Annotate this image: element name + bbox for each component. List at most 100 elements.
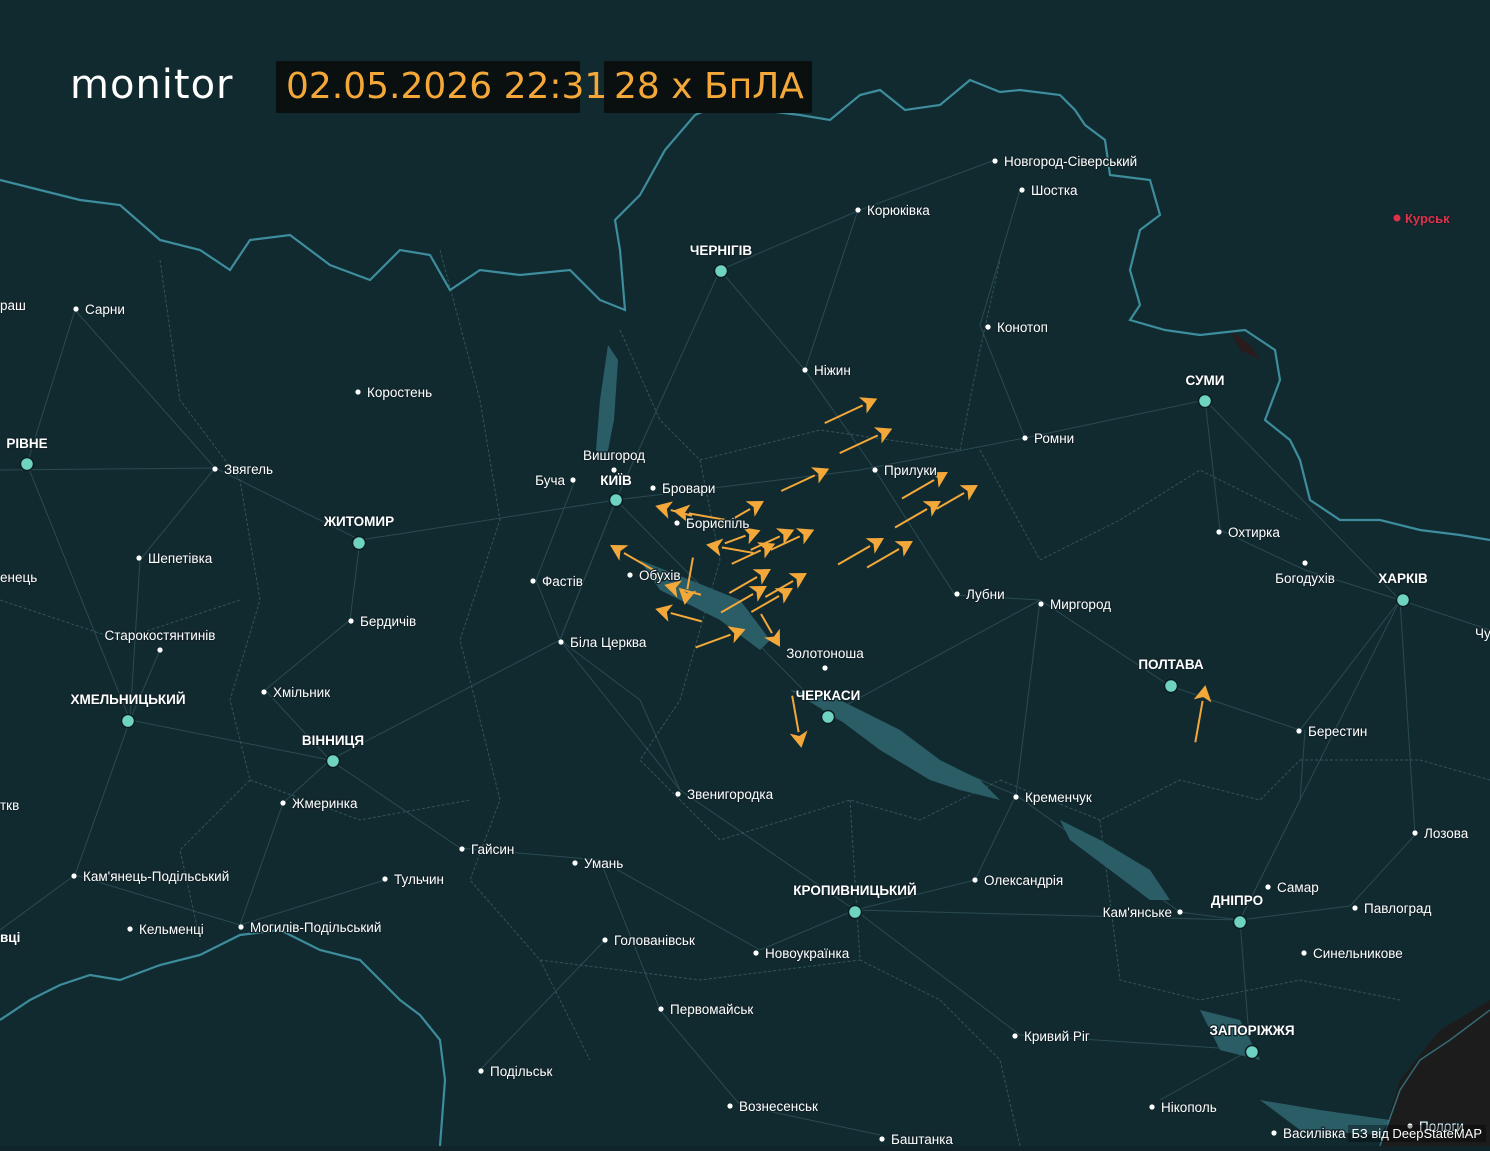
city-marker[interactable] bbox=[530, 578, 536, 584]
drone-body bbox=[894, 541, 913, 557]
city-marker[interactable] bbox=[73, 306, 79, 312]
city-marker[interactable] bbox=[157, 647, 163, 653]
road-network bbox=[0, 159, 1490, 1136]
major-city-marker[interactable] bbox=[713, 263, 729, 279]
city-label: Звягель bbox=[224, 462, 273, 477]
city-marker[interactable] bbox=[972, 877, 978, 883]
russia-area bbox=[1230, 330, 1260, 360]
major-city-marker[interactable] bbox=[19, 456, 35, 472]
city-label: Синельникове bbox=[1313, 946, 1403, 961]
map-canvas[interactable]: ЧЕРНІГІВ КИЇВ СУМИ РІВНЕ ЖИТОМИР ХАРКІВ ПОЛТАВ… bbox=[0, 0, 1490, 1148]
drone-trail bbox=[824, 404, 864, 425]
major-city-label: ХМЕЛЬНИЦЬКИЙ bbox=[70, 692, 185, 707]
city-marker[interactable] bbox=[71, 873, 77, 879]
city-marker[interactable] bbox=[280, 800, 286, 806]
city-label: Жмеринка bbox=[292, 796, 358, 811]
city-marker[interactable] bbox=[348, 618, 354, 624]
city-marker[interactable] bbox=[727, 1103, 733, 1109]
city-marker[interactable] bbox=[1177, 909, 1183, 915]
major-city-marker[interactable] bbox=[1232, 914, 1248, 930]
city-marker[interactable] bbox=[212, 466, 218, 472]
map-credit: БЗ від DeepStateMAP bbox=[1347, 1125, 1486, 1142]
drone-trail bbox=[721, 546, 754, 554]
major-city-marker[interactable] bbox=[1163, 678, 1179, 694]
edge-city-label: енець bbox=[0, 570, 37, 585]
city-marker[interactable] bbox=[753, 950, 759, 956]
drone-icon[interactable] bbox=[834, 530, 889, 572]
drone-icon[interactable] bbox=[821, 390, 881, 431]
major-city-label: ЧЕРНІГІВ bbox=[690, 243, 752, 258]
drone-trail bbox=[935, 492, 965, 510]
city-marker[interactable] bbox=[1352, 905, 1358, 911]
city-marker[interactable] bbox=[1296, 728, 1302, 734]
city-marker[interactable] bbox=[872, 467, 878, 473]
city-marker[interactable] bbox=[992, 158, 998, 164]
city-marker[interactable] bbox=[1019, 187, 1025, 193]
edge-city-label: ткв bbox=[0, 798, 19, 813]
city-marker[interactable] bbox=[650, 485, 656, 491]
city-marker[interactable] bbox=[238, 924, 244, 930]
city-label: Охтирка bbox=[1228, 525, 1280, 540]
city-marker[interactable] bbox=[855, 207, 861, 213]
city-label: Умань bbox=[584, 856, 623, 871]
drone-icon[interactable] bbox=[705, 536, 755, 562]
drone-body bbox=[775, 528, 795, 545]
city-marker[interactable] bbox=[822, 665, 828, 671]
city-marker[interactable] bbox=[572, 860, 578, 866]
drone-body bbox=[788, 573, 807, 589]
drone-icon[interactable] bbox=[891, 493, 946, 535]
major-city-label: ЗАПОРІЖЖЯ bbox=[1209, 1023, 1294, 1038]
drone-icon[interactable] bbox=[777, 460, 833, 499]
major-city-marker[interactable] bbox=[608, 492, 624, 508]
city-label: Старокостянтинів bbox=[105, 628, 216, 643]
major-city-marker[interactable] bbox=[1395, 592, 1411, 608]
city-marker[interactable] bbox=[658, 1006, 664, 1012]
city-label: Олександрія bbox=[984, 873, 1063, 888]
city-marker[interactable] bbox=[1149, 1104, 1155, 1110]
city-marker[interactable] bbox=[627, 572, 633, 578]
city-marker[interactable] bbox=[879, 1136, 885, 1142]
drone-trail bbox=[866, 548, 900, 569]
city-marker[interactable] bbox=[674, 520, 680, 526]
city-marker[interactable] bbox=[1022, 435, 1028, 441]
city-marker[interactable] bbox=[382, 876, 388, 882]
city-marker[interactable] bbox=[1013, 794, 1019, 800]
city-marker[interactable] bbox=[478, 1068, 484, 1074]
city-marker[interactable] bbox=[1216, 529, 1222, 535]
city-marker[interactable] bbox=[136, 555, 142, 561]
city-marker[interactable] bbox=[1301, 950, 1307, 956]
city-marker[interactable] bbox=[1271, 1130, 1277, 1136]
major-city-marker[interactable] bbox=[1197, 393, 1213, 409]
city-marker[interactable] bbox=[611, 467, 617, 473]
city-label: Новгород-Сіверський bbox=[1004, 154, 1137, 169]
city-marker[interactable] bbox=[261, 689, 267, 695]
city-marker[interactable] bbox=[802, 367, 808, 373]
foreign-city-marker[interactable] bbox=[1393, 214, 1401, 222]
major-city-marker[interactable] bbox=[351, 535, 367, 551]
city-marker[interactable] bbox=[675, 791, 681, 797]
major-city-marker[interactable] bbox=[1244, 1044, 1260, 1060]
major-city-marker[interactable] bbox=[325, 753, 341, 769]
city-marker[interactable] bbox=[602, 937, 608, 943]
city-marker[interactable] bbox=[1265, 884, 1271, 890]
city-label: Звенигородка bbox=[687, 787, 774, 802]
city-marker[interactable] bbox=[459, 846, 465, 852]
city-marker[interactable] bbox=[1012, 1033, 1018, 1039]
city-marker[interactable] bbox=[1302, 560, 1308, 566]
city-marker[interactable] bbox=[127, 926, 133, 932]
major-city-label: ВІННИЦЯ bbox=[302, 733, 364, 748]
city-marker[interactable] bbox=[1412, 830, 1418, 836]
city-marker[interactable] bbox=[570, 477, 576, 483]
city-marker[interactable] bbox=[355, 389, 361, 395]
city-label: Лозова bbox=[1424, 826, 1469, 841]
city-label: Нікополь bbox=[1161, 1100, 1217, 1115]
city-marker[interactable] bbox=[954, 591, 960, 597]
drone-body bbox=[774, 588, 793, 604]
city-marker[interactable] bbox=[1038, 601, 1044, 607]
major-city-marker[interactable] bbox=[847, 904, 863, 920]
city-marker[interactable] bbox=[985, 324, 991, 330]
major-city-marker[interactable] bbox=[120, 713, 136, 729]
major-city-marker[interactable] bbox=[820, 709, 836, 725]
map-svg[interactable]: ЧЕРНІГІВ КИЇВ СУМИ РІВНЕ ЖИТОМИР ХАРКІВ ПОЛТАВ… bbox=[0, 0, 1490, 1148]
city-marker[interactable] bbox=[558, 639, 564, 645]
